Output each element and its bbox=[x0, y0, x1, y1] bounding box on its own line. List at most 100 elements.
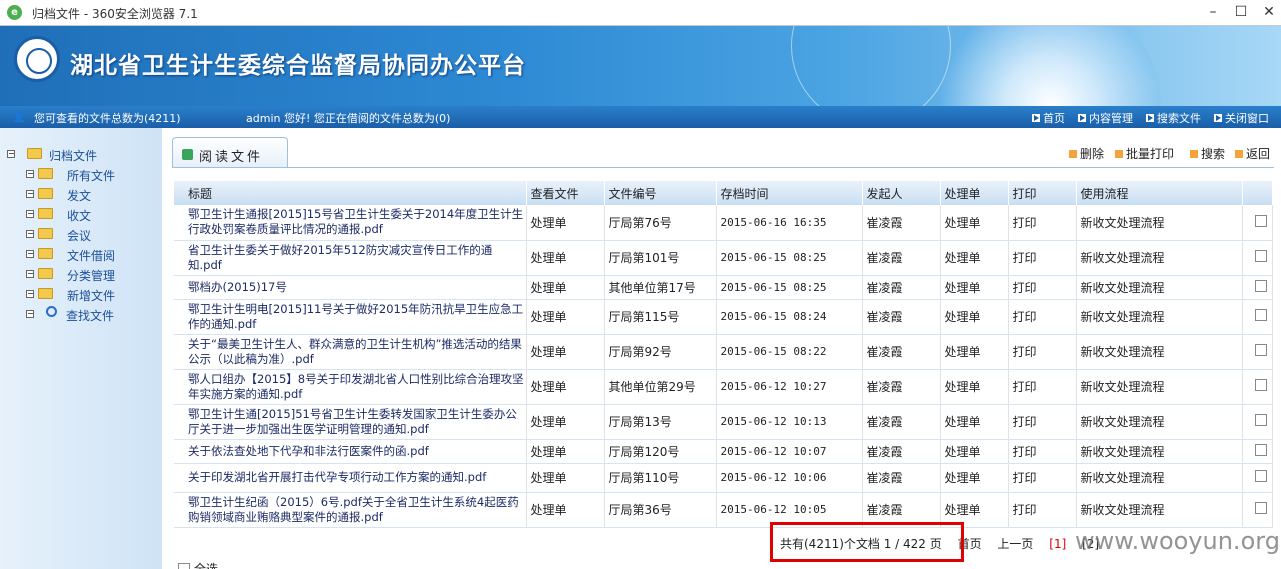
view-file-link[interactable]: 处理单 bbox=[526, 205, 605, 241]
print-link[interactable]: 打印 bbox=[1008, 404, 1077, 440]
select-all-checkbox[interactable] bbox=[178, 563, 190, 569]
folder-icon bbox=[38, 188, 53, 199]
view-file-link[interactable]: 处理单 bbox=[526, 492, 605, 528]
file-title-link[interactable]: 关于“最美卫生计生人、群众满意的卫生计生机构”推选活动的结果公示（以此稿为准）.… bbox=[174, 334, 527, 370]
print-link[interactable]: 打印 bbox=[1008, 492, 1077, 528]
row-checkbox[interactable] bbox=[1254, 279, 1267, 292]
workflow-link[interactable]: 新收文处理流程 bbox=[1076, 492, 1243, 528]
file-title-link[interactable]: 鄂人口组办【2015】8号关于印发湖北省人口性别比综合治理攻坚年实施方案的通知.… bbox=[174, 369, 527, 405]
table-row: 鄂卫生计生通[2015]51号省卫生计生委转发国家卫生计生委办公厅关于进一步加强… bbox=[174, 404, 1273, 440]
file-title-link[interactable]: 鄂档办(2015)17号 bbox=[174, 275, 527, 300]
file-title-link[interactable]: 关于印发湖北省开展打击代孕专项行动工作方案的通知.pdf bbox=[174, 463, 527, 493]
archive-time: 2015-06-15 08:25 bbox=[716, 275, 863, 300]
nav-search-files[interactable]: 搜索文件 bbox=[1146, 110, 1201, 126]
workflow-link[interactable]: 新收文处理流程 bbox=[1076, 463, 1243, 493]
col-print: 打印 bbox=[1008, 181, 1077, 205]
print-link[interactable]: 打印 bbox=[1008, 299, 1077, 335]
workflow-link[interactable]: 新收文处理流程 bbox=[1076, 404, 1243, 440]
process-sheet-link[interactable]: 处理单 bbox=[940, 240, 1009, 276]
nav-close-window[interactable]: 关闭窗口 bbox=[1214, 110, 1269, 126]
row-select-cell bbox=[1242, 205, 1273, 241]
browser-e-icon: e bbox=[7, 5, 22, 20]
file-title-link[interactable]: 省卫生计生委关于做好2015年512防灾减灾宣传日工作的通知.pdf bbox=[174, 240, 527, 276]
back-button[interactable]: 返回 bbox=[1235, 145, 1270, 162]
header-banner: 湖北省卫生计生委综合监督局协同办公平台 bbox=[0, 26, 1281, 106]
select-all[interactable]: 全选 bbox=[178, 560, 218, 569]
view-file-link[interactable]: 处理单 bbox=[526, 439, 605, 464]
view-file-link[interactable]: 处理单 bbox=[526, 275, 605, 300]
file-title-link[interactable]: 鄂卫生计生明电[2015]11号关于做好2015年防汛抗旱卫生应急工作的通知.p… bbox=[174, 299, 527, 335]
process-sheet-link[interactable]: 处理单 bbox=[940, 299, 1009, 335]
workflow-link[interactable]: 新收文处理流程 bbox=[1076, 240, 1243, 276]
print-link[interactable]: 打印 bbox=[1008, 334, 1077, 370]
pager-prev[interactable]: 上一页 bbox=[997, 537, 1033, 551]
print-link[interactable]: 打印 bbox=[1008, 205, 1077, 241]
workflow-link[interactable]: 新收文处理流程 bbox=[1076, 275, 1243, 300]
document-icon bbox=[182, 149, 193, 160]
search-button[interactable]: 搜索 bbox=[1190, 145, 1225, 162]
arrow-icon bbox=[1190, 150, 1198, 158]
view-file-link[interactable]: 处理单 bbox=[526, 404, 605, 440]
file-title-link[interactable]: 关于依法查处地下代孕和非法行医案件的函.pdf bbox=[174, 439, 527, 464]
row-checkbox[interactable] bbox=[1254, 250, 1267, 262]
row-checkbox[interactable] bbox=[1254, 443, 1267, 456]
viewable-count: 您可查看的文件总数为(4211) bbox=[34, 112, 181, 125]
process-sheet-link[interactable]: 处理单 bbox=[940, 275, 1009, 300]
view-file-link[interactable]: 处理单 bbox=[526, 463, 605, 493]
workflow-link[interactable]: 新收文处理流程 bbox=[1076, 299, 1243, 335]
watermark: www.wooyun.org bbox=[1075, 527, 1280, 555]
info-bar: 👤 您可查看的文件总数为(4211) admin 您好! 您正在借阅的文件总数为… bbox=[0, 106, 1281, 128]
pager-page-1[interactable]: [1] bbox=[1049, 537, 1066, 551]
print-link[interactable]: 打印 bbox=[1008, 240, 1077, 276]
print-link[interactable]: 打印 bbox=[1008, 439, 1077, 464]
tab-read-files[interactable]: 阅读文件 bbox=[172, 137, 288, 167]
row-checkbox[interactable] bbox=[1254, 344, 1267, 356]
file-title-link[interactable]: 鄂卫生计生通报[2015]15号省卫生计生委关于2014年度卫生计生行政处罚案卷… bbox=[174, 205, 527, 241]
row-checkbox[interactable] bbox=[1254, 470, 1267, 482]
process-sheet-link[interactable]: 处理单 bbox=[940, 463, 1009, 493]
row-checkbox[interactable] bbox=[1254, 214, 1267, 227]
process-sheet-link[interactable]: 处理单 bbox=[940, 334, 1009, 370]
row-checkbox[interactable] bbox=[1254, 502, 1267, 514]
minimize-icon[interactable]: – bbox=[1200, 2, 1226, 22]
col-flow: 使用流程 bbox=[1076, 181, 1243, 205]
nav-content-manage[interactable]: 内容管理 bbox=[1078, 110, 1133, 126]
workflow-link[interactable]: 新收文处理流程 bbox=[1076, 334, 1243, 370]
process-sheet-link[interactable]: 处理单 bbox=[940, 205, 1009, 241]
col-process: 处理单 bbox=[940, 181, 1009, 205]
workflow-link[interactable]: 新收文处理流程 bbox=[1076, 439, 1243, 464]
file-number: 厅局第92号 bbox=[604, 334, 717, 370]
print-link[interactable]: 打印 bbox=[1008, 463, 1077, 493]
row-select-cell bbox=[1242, 492, 1273, 528]
originator: 崔凌霞 bbox=[862, 439, 941, 464]
nav-home[interactable]: 首页 bbox=[1032, 110, 1065, 126]
view-file-link[interactable]: 处理单 bbox=[526, 240, 605, 276]
view-file-link[interactable]: 处理单 bbox=[526, 299, 605, 335]
file-title-link[interactable]: 鄂卫生计生通[2015]51号省卫生计生委转发国家卫生计生委办公厅关于进一步加强… bbox=[174, 404, 527, 440]
table-row: 省卫生计生委关于做好2015年512防灾减灾宣传日工作的通知.pdf 处理单 厅局第… bbox=[174, 240, 1273, 276]
delete-button[interactable]: 删除 bbox=[1069, 145, 1104, 162]
row-checkbox[interactable] bbox=[1254, 414, 1267, 426]
row-checkbox[interactable] bbox=[1254, 379, 1267, 391]
close-icon[interactable]: ✕ bbox=[1256, 2, 1281, 22]
view-file-link[interactable]: 处理单 bbox=[526, 334, 605, 370]
file-number: 厅局第120号 bbox=[604, 439, 717, 464]
view-file-link[interactable]: 处理单 bbox=[526, 369, 605, 405]
row-select-cell bbox=[1242, 240, 1273, 276]
file-title-link[interactable]: 鄂卫生计生纪函（2015）6号.pdf关于全省卫生计生系统4起医药购销领域商业贿… bbox=[174, 492, 527, 528]
collapse-icon[interactable]: − bbox=[7, 150, 15, 158]
process-sheet-link[interactable]: 处理单 bbox=[940, 404, 1009, 440]
workflow-link[interactable]: 新收文处理流程 bbox=[1076, 205, 1243, 241]
print-link[interactable]: 打印 bbox=[1008, 275, 1077, 300]
process-sheet-link[interactable]: 处理单 bbox=[940, 369, 1009, 405]
batch-print-button[interactable]: 批量打印 bbox=[1115, 145, 1174, 162]
print-link[interactable]: 打印 bbox=[1008, 369, 1077, 405]
process-sheet-link[interactable]: 处理单 bbox=[940, 439, 1009, 464]
arrow-icon bbox=[1032, 114, 1040, 122]
tree-node-icon: − bbox=[26, 229, 34, 238]
workflow-link[interactable]: 新收文处理流程 bbox=[1076, 369, 1243, 405]
row-checkbox[interactable] bbox=[1254, 309, 1267, 321]
maximize-icon[interactable]: ☐ bbox=[1228, 2, 1254, 22]
table-row: 关于依法查处地下代孕和非法行医案件的函.pdf 处理单 厅局第120号 2015-06… bbox=[174, 439, 1273, 464]
search-icon bbox=[46, 306, 57, 317]
